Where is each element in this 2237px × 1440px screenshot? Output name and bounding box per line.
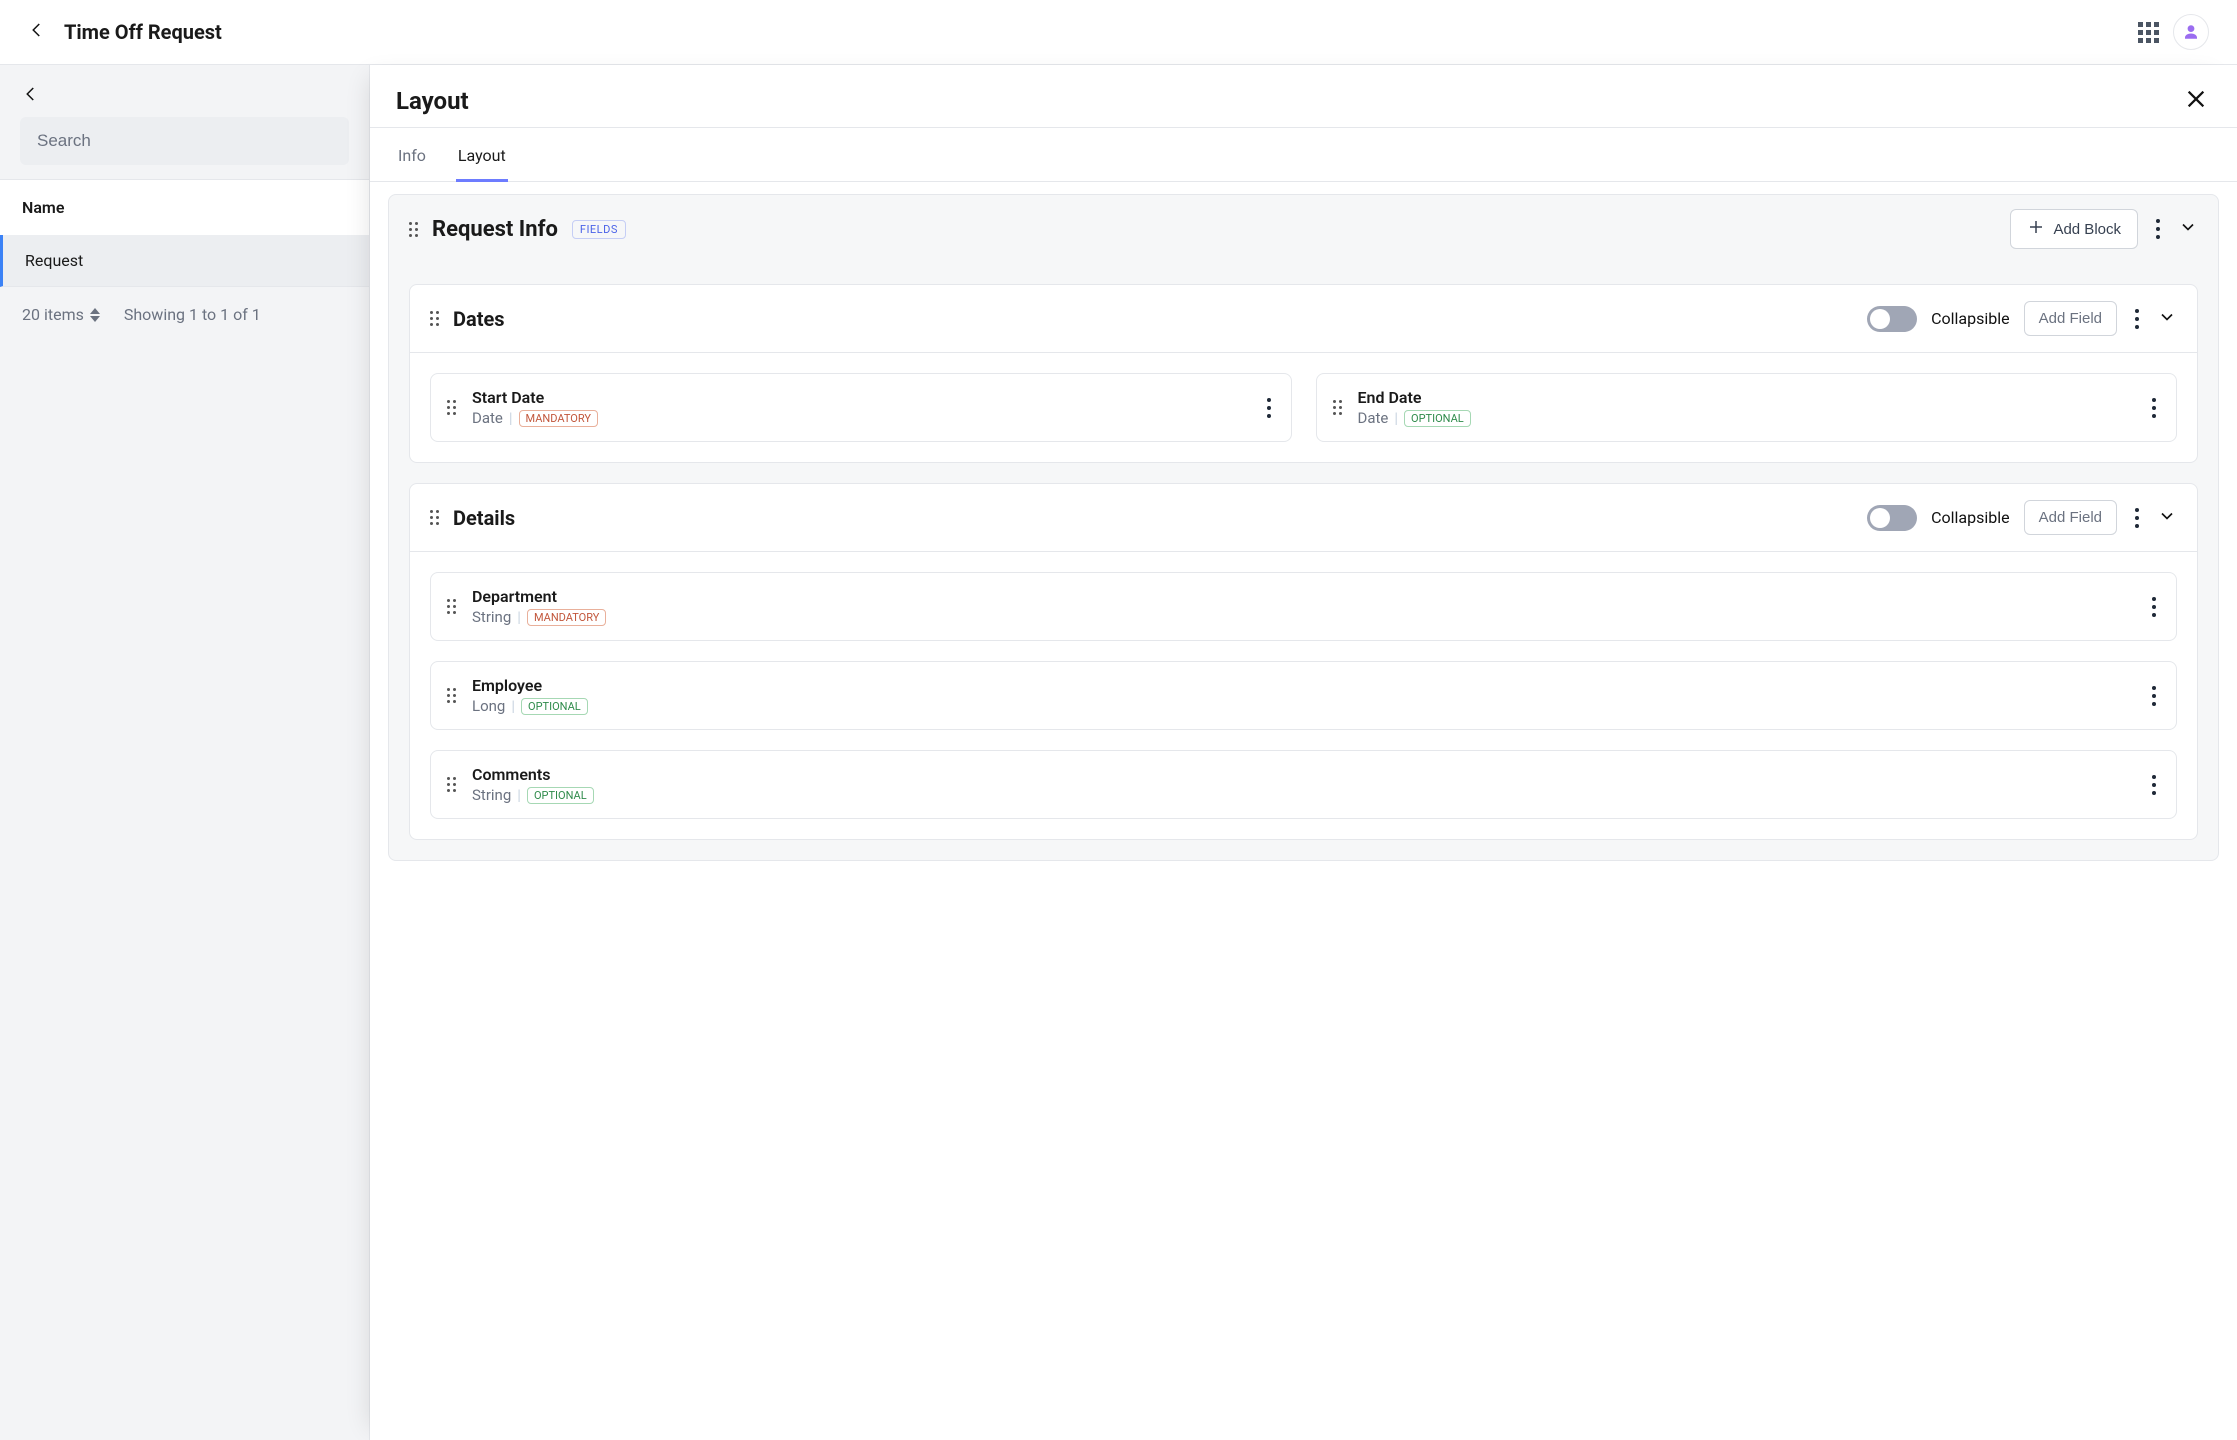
field-title: Department: [472, 587, 2132, 606]
apps-grid-icon[interactable]: [2138, 22, 2159, 43]
drag-handle-icon[interactable]: [1333, 400, 1342, 415]
page-size-select[interactable]: 20 items: [22, 305, 100, 324]
sidebar-table: Name Request: [0, 179, 369, 287]
collapsible-label: Collapsible: [1931, 309, 2010, 328]
tabs: Info Layout: [370, 128, 2237, 182]
sidebar: Name Request 20 items Showing 1 to 1 of …: [0, 65, 370, 1440]
column-header-name[interactable]: Name: [0, 179, 369, 235]
kebab-icon[interactable]: [2131, 504, 2143, 532]
page-size-label: 20 items: [22, 305, 84, 324]
layout-panel: Layout Info Layout Request Info FIELDS: [370, 65, 2237, 1440]
sidebar-back-icon[interactable]: [22, 91, 40, 107]
subblock-head: Details Collapsible Add Field: [410, 484, 2197, 552]
back-icon[interactable]: [28, 21, 46, 43]
field-title: Start Date: [472, 388, 1247, 407]
required-badge: MANDATORY: [527, 609, 606, 626]
drag-handle-icon[interactable]: [447, 599, 456, 614]
drag-handle-icon[interactable]: [409, 222, 418, 237]
panel-head: Layout: [370, 65, 2237, 128]
panel-title: Layout: [396, 87, 469, 115]
avatar[interactable]: [2173, 14, 2209, 50]
required-badge: OPTIONAL: [521, 698, 588, 715]
field-type: String: [472, 608, 511, 626]
required-badge: OPTIONAL: [1404, 410, 1471, 427]
block-title: Request Info: [432, 217, 558, 242]
panel-body: Request Info FIELDS Add Block: [370, 182, 2237, 861]
subblock-title: Details: [453, 506, 515, 530]
field-type: Date: [472, 409, 503, 427]
drag-handle-icon[interactable]: [447, 400, 456, 415]
fields-row: Start Date Date | MANDATORY: [410, 353, 2197, 462]
drag-handle-icon[interactable]: [447, 688, 456, 703]
kebab-icon[interactable]: [2148, 771, 2160, 799]
subblock-dates: Dates Collapsible Add Field: [409, 284, 2198, 463]
add-block-button[interactable]: Add Block: [2010, 209, 2138, 249]
required-badge: MANDATORY: [519, 410, 598, 427]
chevron-down-icon[interactable]: [2178, 217, 2198, 241]
field-start-date: Start Date Date | MANDATORY: [430, 373, 1292, 442]
kebab-icon[interactable]: [2148, 394, 2160, 422]
tab-info[interactable]: Info: [396, 128, 428, 181]
close-icon[interactable]: [2185, 88, 2207, 114]
field-end-date: End Date Date | OPTIONAL: [1316, 373, 2178, 442]
required-badge: OPTIONAL: [527, 787, 594, 804]
kebab-icon[interactable]: [2148, 682, 2160, 710]
page-title: Time Off Request: [64, 20, 222, 44]
sidebar-footer: 20 items Showing 1 to 1 of 1: [0, 287, 369, 342]
field-title: End Date: [1358, 388, 2133, 407]
collapsible-toggle[interactable]: [1867, 306, 1917, 332]
top-header-left: Time Off Request: [28, 20, 222, 44]
kebab-icon[interactable]: [2148, 593, 2160, 621]
showing-label: Showing 1 to 1 of 1: [124, 305, 261, 324]
subblock-details: Details Collapsible Add Field: [409, 483, 2198, 840]
field-type: Date: [1358, 409, 1389, 427]
kebab-icon[interactable]: [1263, 394, 1275, 422]
top-header-right: [2138, 14, 2209, 50]
field-employee: Employee Long | OPTIONAL: [430, 661, 2177, 730]
table-row[interactable]: Request: [0, 235, 369, 287]
add-field-button[interactable]: Add Field: [2024, 301, 2117, 336]
drag-handle-icon[interactable]: [447, 777, 456, 792]
add-field-button[interactable]: Add Field: [2024, 500, 2117, 535]
fields-badge: FIELDS: [572, 220, 626, 239]
plus-icon: [2027, 218, 2045, 240]
field-title: Employee: [472, 676, 2132, 695]
row-name: Request: [25, 251, 83, 270]
field-type: String: [472, 786, 511, 804]
add-block-label: Add Block: [2053, 221, 2121, 238]
body: Name Request 20 items Showing 1 to 1 of …: [0, 65, 2237, 1440]
field-title: Comments: [472, 765, 2132, 784]
sort-caret-icon: [90, 308, 100, 322]
subblock-title: Dates: [453, 307, 505, 331]
block-head: Request Info FIELDS Add Block: [389, 195, 2218, 264]
block-request-info: Request Info FIELDS Add Block: [388, 194, 2219, 861]
collapsible-toggle[interactable]: [1867, 505, 1917, 531]
kebab-icon[interactable]: [2152, 215, 2164, 243]
drag-handle-icon[interactable]: [430, 311, 439, 326]
field-comments: Comments String | OPTIONAL: [430, 750, 2177, 819]
collapsible-label: Collapsible: [1931, 508, 2010, 527]
subblock-head: Dates Collapsible Add Field: [410, 285, 2197, 353]
tab-layout[interactable]: Layout: [456, 128, 508, 182]
search-input[interactable]: [20, 117, 349, 165]
top-header: Time Off Request: [0, 0, 2237, 65]
kebab-icon[interactable]: [2131, 305, 2143, 333]
chevron-down-icon[interactable]: [2157, 506, 2177, 530]
field-department: Department String | MANDATORY: [430, 572, 2177, 641]
fields-col: Department String | MANDATORY: [410, 552, 2197, 839]
field-type: Long: [472, 697, 505, 715]
chevron-down-icon[interactable]: [2157, 307, 2177, 331]
drag-handle-icon[interactable]: [430, 510, 439, 525]
